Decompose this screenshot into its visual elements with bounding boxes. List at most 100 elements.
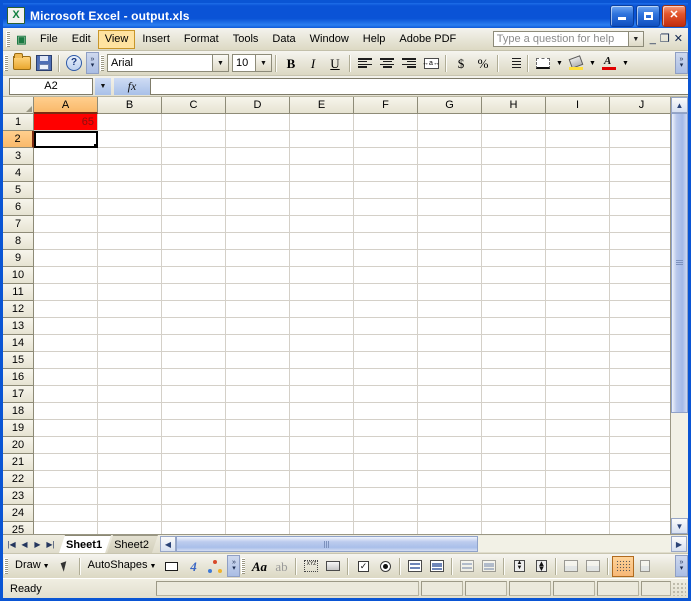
cell-h1[interactable] (482, 114, 546, 131)
cell-h22[interactable] (482, 471, 546, 488)
column-header-j[interactable]: J (610, 97, 670, 114)
cell-e13[interactable] (290, 318, 354, 335)
row-header-14[interactable]: 14 (3, 335, 34, 352)
cell-i23[interactable] (546, 488, 610, 505)
vertical-scrollbar[interactable]: ▲ ▼ (670, 97, 688, 534)
cell-e5[interactable] (290, 182, 354, 199)
row-header-3[interactable]: 3 (3, 148, 34, 165)
cell-b18[interactable] (98, 403, 162, 420)
cell-i13[interactable] (546, 318, 610, 335)
draw-menu-button[interactable]: Draw ▼ (11, 559, 54, 573)
cell-b25[interactable] (98, 522, 162, 534)
row-header-7[interactable]: 7 (3, 216, 34, 233)
row-header-4[interactable]: 4 (3, 165, 34, 182)
cell-b5[interactable] (98, 182, 162, 199)
cell-b7[interactable] (98, 216, 162, 233)
cell-e10[interactable] (290, 267, 354, 284)
cell-d17[interactable] (226, 386, 290, 403)
cell-h8[interactable] (482, 233, 546, 250)
cell-d18[interactable] (226, 403, 290, 420)
wordart-icon[interactable]: 4 (182, 556, 204, 577)
cell-b23[interactable] (98, 488, 162, 505)
cell-f16[interactable] (354, 369, 418, 386)
cell-e25[interactable] (290, 522, 354, 534)
cell-d25[interactable] (226, 522, 290, 534)
menu-item-format[interactable]: Format (177, 30, 226, 49)
spin-button-icon[interactable]: ▲ ▼ (508, 556, 530, 577)
cell-j25[interactable] (610, 522, 670, 534)
sheet-tab-sheet2[interactable]: Sheet2 (107, 535, 158, 553)
cell-h15[interactable] (482, 352, 546, 369)
cell-i7[interactable] (546, 216, 610, 233)
cell-e9[interactable] (290, 250, 354, 267)
cell-a2[interactable] (34, 131, 98, 148)
cell-g17[interactable] (418, 386, 482, 403)
cell-e4[interactable] (290, 165, 354, 182)
font-size-combo[interactable]: 10 ▼ (232, 54, 272, 72)
cell-c20[interactable] (162, 437, 226, 454)
cell-f24[interactable] (354, 505, 418, 522)
insert-function-icon[interactable]: fx (114, 77, 150, 95)
cell-a16[interactable] (34, 369, 98, 386)
cell-h17[interactable] (482, 386, 546, 403)
align-left-icon[interactable] (354, 53, 376, 74)
cell-f21[interactable] (354, 454, 418, 471)
cell-i21[interactable] (546, 454, 610, 471)
row-header-16[interactable]: 16 (3, 369, 34, 386)
cell-c6[interactable] (162, 199, 226, 216)
increase-indent-icon[interactable] (502, 53, 524, 74)
cell-g2[interactable] (418, 131, 482, 148)
cell-f12[interactable] (354, 301, 418, 318)
menu-item-help[interactable]: Help (356, 30, 393, 49)
cell-b24[interactable] (98, 505, 162, 522)
cell-h2[interactable] (482, 131, 546, 148)
cell-i22[interactable] (546, 471, 610, 488)
prev-sheet-icon[interactable]: ◀ (18, 537, 31, 552)
cell-b12[interactable] (98, 301, 162, 318)
cell-e21[interactable] (290, 454, 354, 471)
row-header-5[interactable]: 5 (3, 182, 34, 199)
cell-i20[interactable] (546, 437, 610, 454)
cell-a1[interactable]: 65 (34, 114, 98, 131)
cell-j20[interactable] (610, 437, 670, 454)
cell-h4[interactable] (482, 165, 546, 182)
cell-b3[interactable] (98, 148, 162, 165)
cell-b15[interactable] (98, 352, 162, 369)
cell-d13[interactable] (226, 318, 290, 335)
cell-e7[interactable] (290, 216, 354, 233)
cell-d20[interactable] (226, 437, 290, 454)
cell-a9[interactable] (34, 250, 98, 267)
menu-item-insert[interactable]: Insert (135, 30, 177, 49)
cell-b17[interactable] (98, 386, 162, 403)
cell-i24[interactable] (546, 505, 610, 522)
cell-h5[interactable] (482, 182, 546, 199)
cell-i9[interactable] (546, 250, 610, 267)
scroll-up-icon[interactable]: ▲ (671, 97, 688, 113)
close-doc-button[interactable]: ✕ (674, 34, 683, 45)
cell-c22[interactable] (162, 471, 226, 488)
cell-c19[interactable] (162, 420, 226, 437)
cell-d7[interactable] (226, 216, 290, 233)
cell-c7[interactable] (162, 216, 226, 233)
cell-f14[interactable] (354, 335, 418, 352)
cell-g25[interactable] (418, 522, 482, 534)
cell-i6[interactable] (546, 199, 610, 216)
cell-c11[interactable] (162, 284, 226, 301)
cell-b11[interactable] (98, 284, 162, 301)
minimize-button[interactable] (610, 4, 634, 27)
cell-f23[interactable] (354, 488, 418, 505)
vertical-scroll-track[interactable] (671, 113, 688, 518)
cell-f6[interactable] (354, 199, 418, 216)
cell-i12[interactable] (546, 301, 610, 318)
cell-j18[interactable] (610, 403, 670, 420)
cell-g4[interactable] (418, 165, 482, 182)
column-header-c[interactable]: C (162, 97, 226, 114)
cell-g11[interactable] (418, 284, 482, 301)
cell-c18[interactable] (162, 403, 226, 420)
more-controls-icon[interactable] (634, 556, 656, 577)
chevron-down-icon[interactable]: ▼ (255, 55, 271, 71)
percent-style-button[interactable]: % (472, 53, 494, 74)
help-icon[interactable]: ? (63, 53, 85, 74)
cell-a15[interactable] (34, 352, 98, 369)
cell-f2[interactable] (354, 131, 418, 148)
